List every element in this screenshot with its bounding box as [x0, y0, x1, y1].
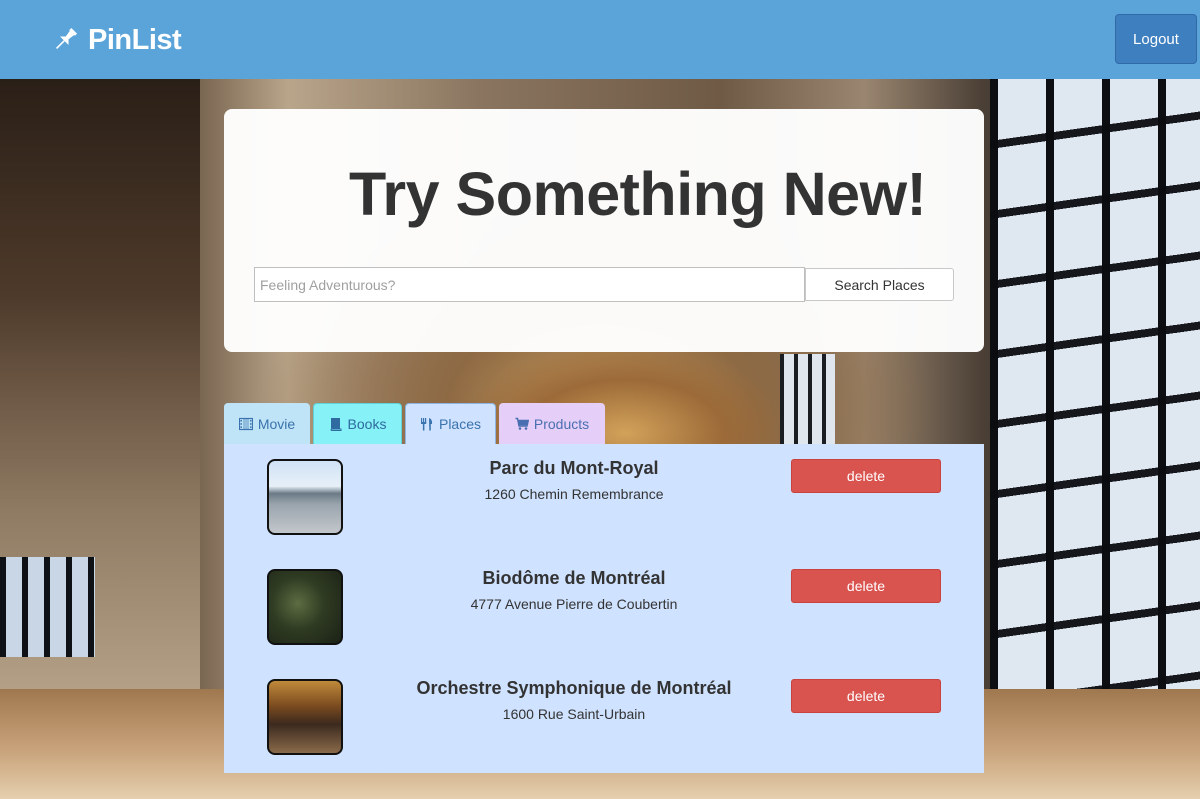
tab-products[interactable]: Products — [499, 403, 605, 444]
list-item: Parc du Mont-Royal 1260 Chemin Remembran… — [224, 444, 984, 535]
delete-button[interactable]: delete — [791, 459, 941, 493]
list-item: Orchestre Symphonique de Montréal 1600 R… — [224, 664, 984, 755]
place-address: 4777 Avenue Pierre de Coubertin — [470, 596, 678, 612]
film-icon — [238, 417, 253, 430]
place-thumbnail — [267, 679, 343, 755]
delete-button[interactable]: delete — [791, 679, 941, 713]
place-name: Biodôme de Montréal — [482, 568, 666, 588]
place-thumbnail — [267, 569, 343, 645]
place-name: Parc du Mont-Royal — [489, 458, 659, 478]
place-address: 1600 Rue Saint-Urbain — [502, 706, 646, 722]
place-name: Orchestre Symphonique de Montréal — [416, 678, 732, 698]
hero-title: Try Something New! — [349, 160, 927, 228]
delete-button[interactable]: delete — [791, 569, 941, 603]
hero-card: Try Something New! Search Places — [224, 109, 984, 352]
list-item: Biodôme de Montréal 4777 Avenue Pierre d… — [224, 554, 984, 645]
brand[interactable]: PinList — [50, 20, 182, 60]
tab-books[interactable]: Books — [313, 403, 402, 444]
brand-name: PinList — [88, 23, 182, 56]
tab-places[interactable]: Places — [405, 403, 496, 444]
tab-movie[interactable]: Movie — [224, 403, 310, 444]
utensils-icon — [420, 418, 433, 431]
cart-icon — [515, 417, 529, 430]
tab-places-label: Places — [438, 416, 482, 432]
search-input[interactable] — [254, 267, 805, 302]
tab-books-label: Books — [347, 416, 387, 432]
navbar: PinList Logout — [0, 0, 1200, 79]
tab-movie-label: Movie — [257, 415, 296, 432]
place-thumbnail — [267, 459, 343, 535]
background-window-left — [0, 557, 95, 657]
pushpin-icon — [55, 27, 78, 50]
book-icon — [330, 418, 342, 431]
place-address: 1260 Chemin Remembrance — [484, 486, 664, 502]
search-places-button[interactable]: Search Places — [805, 268, 954, 301]
background-window-right — [990, 79, 1200, 779]
tab-products-label: Products — [533, 415, 590, 432]
places-panel: Parc du Mont-Royal 1260 Chemin Remembran… — [224, 444, 984, 773]
logout-button[interactable]: Logout — [1115, 14, 1197, 64]
